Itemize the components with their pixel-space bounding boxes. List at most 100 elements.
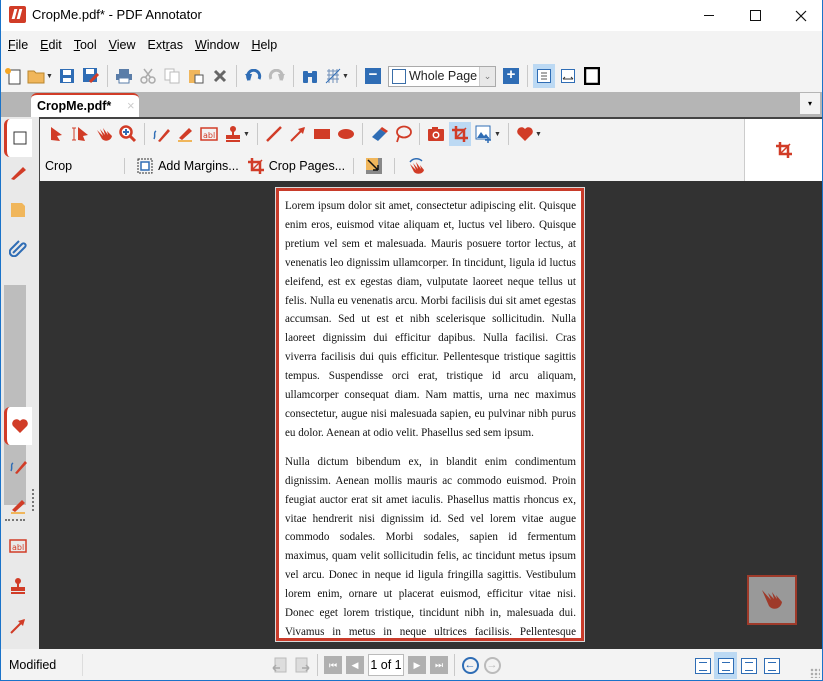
select-tool[interactable] <box>45 122 67 146</box>
first-page-icon: ⏮ <box>328 659 338 670</box>
print-button[interactable] <box>113 64 135 88</box>
text-select-icon <box>72 127 88 141</box>
new-document-button[interactable] <box>2 64 24 88</box>
tab-cropme[interactable]: CropMe.pdf* × <box>31 93 139 117</box>
previous-page-button[interactable]: ◀ <box>346 656 364 674</box>
resize-page-button[interactable] <box>366 158 383 174</box>
zoom-out-button[interactable]: − <box>362 64 384 88</box>
notes-tab[interactable] <box>4 191 32 229</box>
arrow-tool[interactable] <box>287 122 309 146</box>
highlighter-tool[interactable] <box>174 122 196 146</box>
favorites-tool[interactable]: ▼ <box>514 122 544 146</box>
redo-button[interactable] <box>266 64 288 88</box>
undo-button[interactable] <box>242 64 264 88</box>
find-button[interactable] <box>299 64 321 88</box>
menu-view[interactable]: View <box>104 35 141 57</box>
hand-tool[interactable] <box>93 122 115 146</box>
menu-extras[interactable]: Extras <box>143 35 188 57</box>
save-as-button[interactable] <box>80 64 102 88</box>
snapshot-tool[interactable] <box>425 122 447 146</box>
pages-tab[interactable] <box>4 119 32 157</box>
insert-image-tool[interactable]: ▼ <box>473 122 503 146</box>
panel-resize-grip[interactable] <box>32 489 35 511</box>
menu-help[interactable]: Help <box>246 35 282 57</box>
two-page-continuous-button[interactable] <box>737 652 760 679</box>
maximize-button[interactable] <box>732 0 778 31</box>
last-page-button[interactable]: ⏭ <box>430 656 448 674</box>
forward-button[interactable]: → <box>483 656 501 674</box>
highlighter-icon <box>178 128 192 142</box>
text-box-tool[interactable]: abl <box>198 122 220 146</box>
zoom-in-button[interactable]: + <box>500 64 522 88</box>
window-resize-grip[interactable] <box>810 668 820 678</box>
pen-tool[interactable] <box>150 122 172 146</box>
text-select-tool[interactable] <box>69 122 91 146</box>
stamp-tab[interactable] <box>4 567 32 605</box>
full-screen-button[interactable] <box>581 64 603 88</box>
close-tab-icon[interactable]: × <box>127 98 135 113</box>
snapshot-icon <box>428 127 444 141</box>
touch-scroll-button[interactable] <box>747 575 797 625</box>
chevron-down-icon: ▼ <box>535 130 542 138</box>
favorites-tab[interactable] <box>4 407 32 445</box>
active-tool-indicator <box>744 119 822 181</box>
chevron-down-icon: ▼ <box>494 130 501 138</box>
first-page-button[interactable]: ⏮ <box>324 656 342 674</box>
delete-button[interactable] <box>209 64 231 88</box>
chevron-down-icon[interactable]: ⌄ <box>479 66 495 86</box>
bookmarks-tab[interactable] <box>4 153 32 191</box>
rectangle-tool[interactable] <box>311 122 333 146</box>
back-button[interactable]: ← <box>461 656 479 674</box>
page-number-field[interactable]: 1 of 1 <box>368 654 404 676</box>
next-document-button[interactable] <box>293 656 311 674</box>
menu-edit[interactable]: Edit <box>35 35 67 57</box>
crop-tool[interactable] <box>449 122 471 146</box>
stamp-tool[interactable]: ▼ <box>222 122 252 146</box>
menu-tool[interactable]: Tool <box>69 35 102 57</box>
ellipse-tool[interactable] <box>335 122 357 146</box>
separator <box>317 654 318 676</box>
lasso-tool[interactable] <box>392 122 414 146</box>
eraser-tool[interactable] <box>368 122 390 146</box>
previous-document-button[interactable] <box>271 656 289 674</box>
minimize-button[interactable] <box>686 0 732 31</box>
touch-mode-button[interactable] <box>407 157 425 175</box>
zoom-tool[interactable] <box>117 122 139 146</box>
crop-pages-button[interactable]: Crop Pages... <box>247 157 345 175</box>
separator <box>356 65 357 87</box>
menu-file[interactable]: File <box>3 35 33 57</box>
grid-button[interactable]: ▼ <box>323 64 351 88</box>
single-page-button[interactable] <box>691 652 714 679</box>
redo-icon <box>268 69 285 81</box>
menu-window[interactable]: Window <box>190 35 244 57</box>
highlighter-tab[interactable] <box>4 487 32 525</box>
svg-text:abl: abl <box>12 543 24 552</box>
two-page-continuous-icon <box>740 657 757 674</box>
resize-page-icon <box>366 158 383 174</box>
copy-button[interactable] <box>161 64 183 88</box>
add-margins-button[interactable]: Add Margins... <box>137 158 239 174</box>
fit-width-button[interactable] <box>557 64 579 88</box>
zoom-select[interactable]: Whole Page ⌄ <box>388 65 496 87</box>
pen-tab[interactable] <box>4 447 32 485</box>
fit-page-button[interactable] <box>533 64 555 88</box>
book-button[interactable] <box>760 652 783 679</box>
paste-icon <box>189 70 204 84</box>
open-button[interactable]: ▼ <box>26 64 54 88</box>
tab-list-dropdown[interactable]: ▾ <box>800 93 820 114</box>
continuous-button[interactable] <box>714 652 737 679</box>
arrow-tab[interactable] <box>4 607 32 645</box>
paste-button[interactable] <box>185 64 207 88</box>
next-page-button[interactable]: ▶ <box>408 656 426 674</box>
attachments-tab[interactable] <box>4 229 32 267</box>
cut-button[interactable] <box>137 64 159 88</box>
close-button[interactable] <box>778 0 823 31</box>
crop-options-row: Crop Add Margins... Crop Pages... <box>40 155 433 177</box>
save-button[interactable] <box>56 64 78 88</box>
title-bar: CropMe.pdf* - PDF Annotator <box>1 0 822 31</box>
text-tab[interactable]: abl <box>4 527 32 565</box>
main-toolbar: ▼ ▼ − Whole Page ⌄ + <box>1 62 822 90</box>
document-view[interactable]: Lorem ipsum dolor sit amet, consectetur … <box>39 181 822 649</box>
pdf-page[interactable]: Lorem ipsum dolor sit amet, consectetur … <box>276 188 584 641</box>
line-tool[interactable] <box>263 122 285 146</box>
